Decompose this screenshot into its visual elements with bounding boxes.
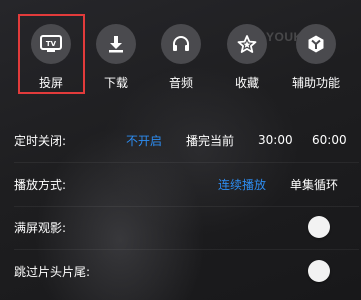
timer-option-off[interactable]: 不开启	[126, 132, 162, 149]
playback-option-continuous[interactable]: 连续播放	[218, 176, 266, 193]
fullscreen-label: 满屏观影:	[14, 220, 67, 235]
skip-intro-toggle[interactable]	[308, 260, 330, 282]
timer-row: 定时关闭: 不开启 播完当前 30:00 60:00	[0, 120, 361, 160]
skip-intro-label: 跳过片头片尾:	[14, 264, 91, 279]
fullscreen-toggle[interactable]	[308, 216, 330, 238]
divider	[14, 162, 359, 163]
assist-icon	[296, 24, 336, 64]
accessibility-label: 辅助功能	[291, 76, 340, 90]
cast-highlight-box	[18, 14, 85, 94]
timer-option-60[interactable]: 60:00	[312, 133, 347, 147]
download-button[interactable]: 下载	[86, 24, 146, 94]
headphones-icon	[161, 24, 201, 64]
quick-actions-row: TV 投屏 下载 音频 收藏 辅助功能	[0, 0, 361, 100]
download-icon	[96, 24, 136, 64]
playback-mode-label: 播放方式:	[14, 177, 67, 192]
audio-button[interactable]: 音频	[151, 24, 211, 94]
favorite-button[interactable]: 收藏	[217, 24, 277, 94]
star-icon	[227, 24, 267, 64]
fullscreen-row: 满屏观影:	[0, 207, 361, 247]
timer-option-after-current[interactable]: 播完当前	[186, 132, 234, 149]
playback-option-loop[interactable]: 单集循环	[290, 176, 338, 193]
playback-mode-row: 播放方式: 连续播放 单集循环	[0, 164, 361, 204]
skip-intro-row: 跳过片头片尾:	[0, 251, 361, 291]
accessibility-button[interactable]: 辅助功能	[286, 24, 346, 94]
timer-option-30[interactable]: 30:00	[258, 133, 293, 147]
timer-label: 定时关闭:	[14, 133, 67, 148]
audio-label: 音频	[168, 76, 193, 90]
favorite-label: 收藏	[234, 76, 259, 90]
download-label: 下载	[103, 76, 128, 90]
divider	[14, 249, 359, 250]
